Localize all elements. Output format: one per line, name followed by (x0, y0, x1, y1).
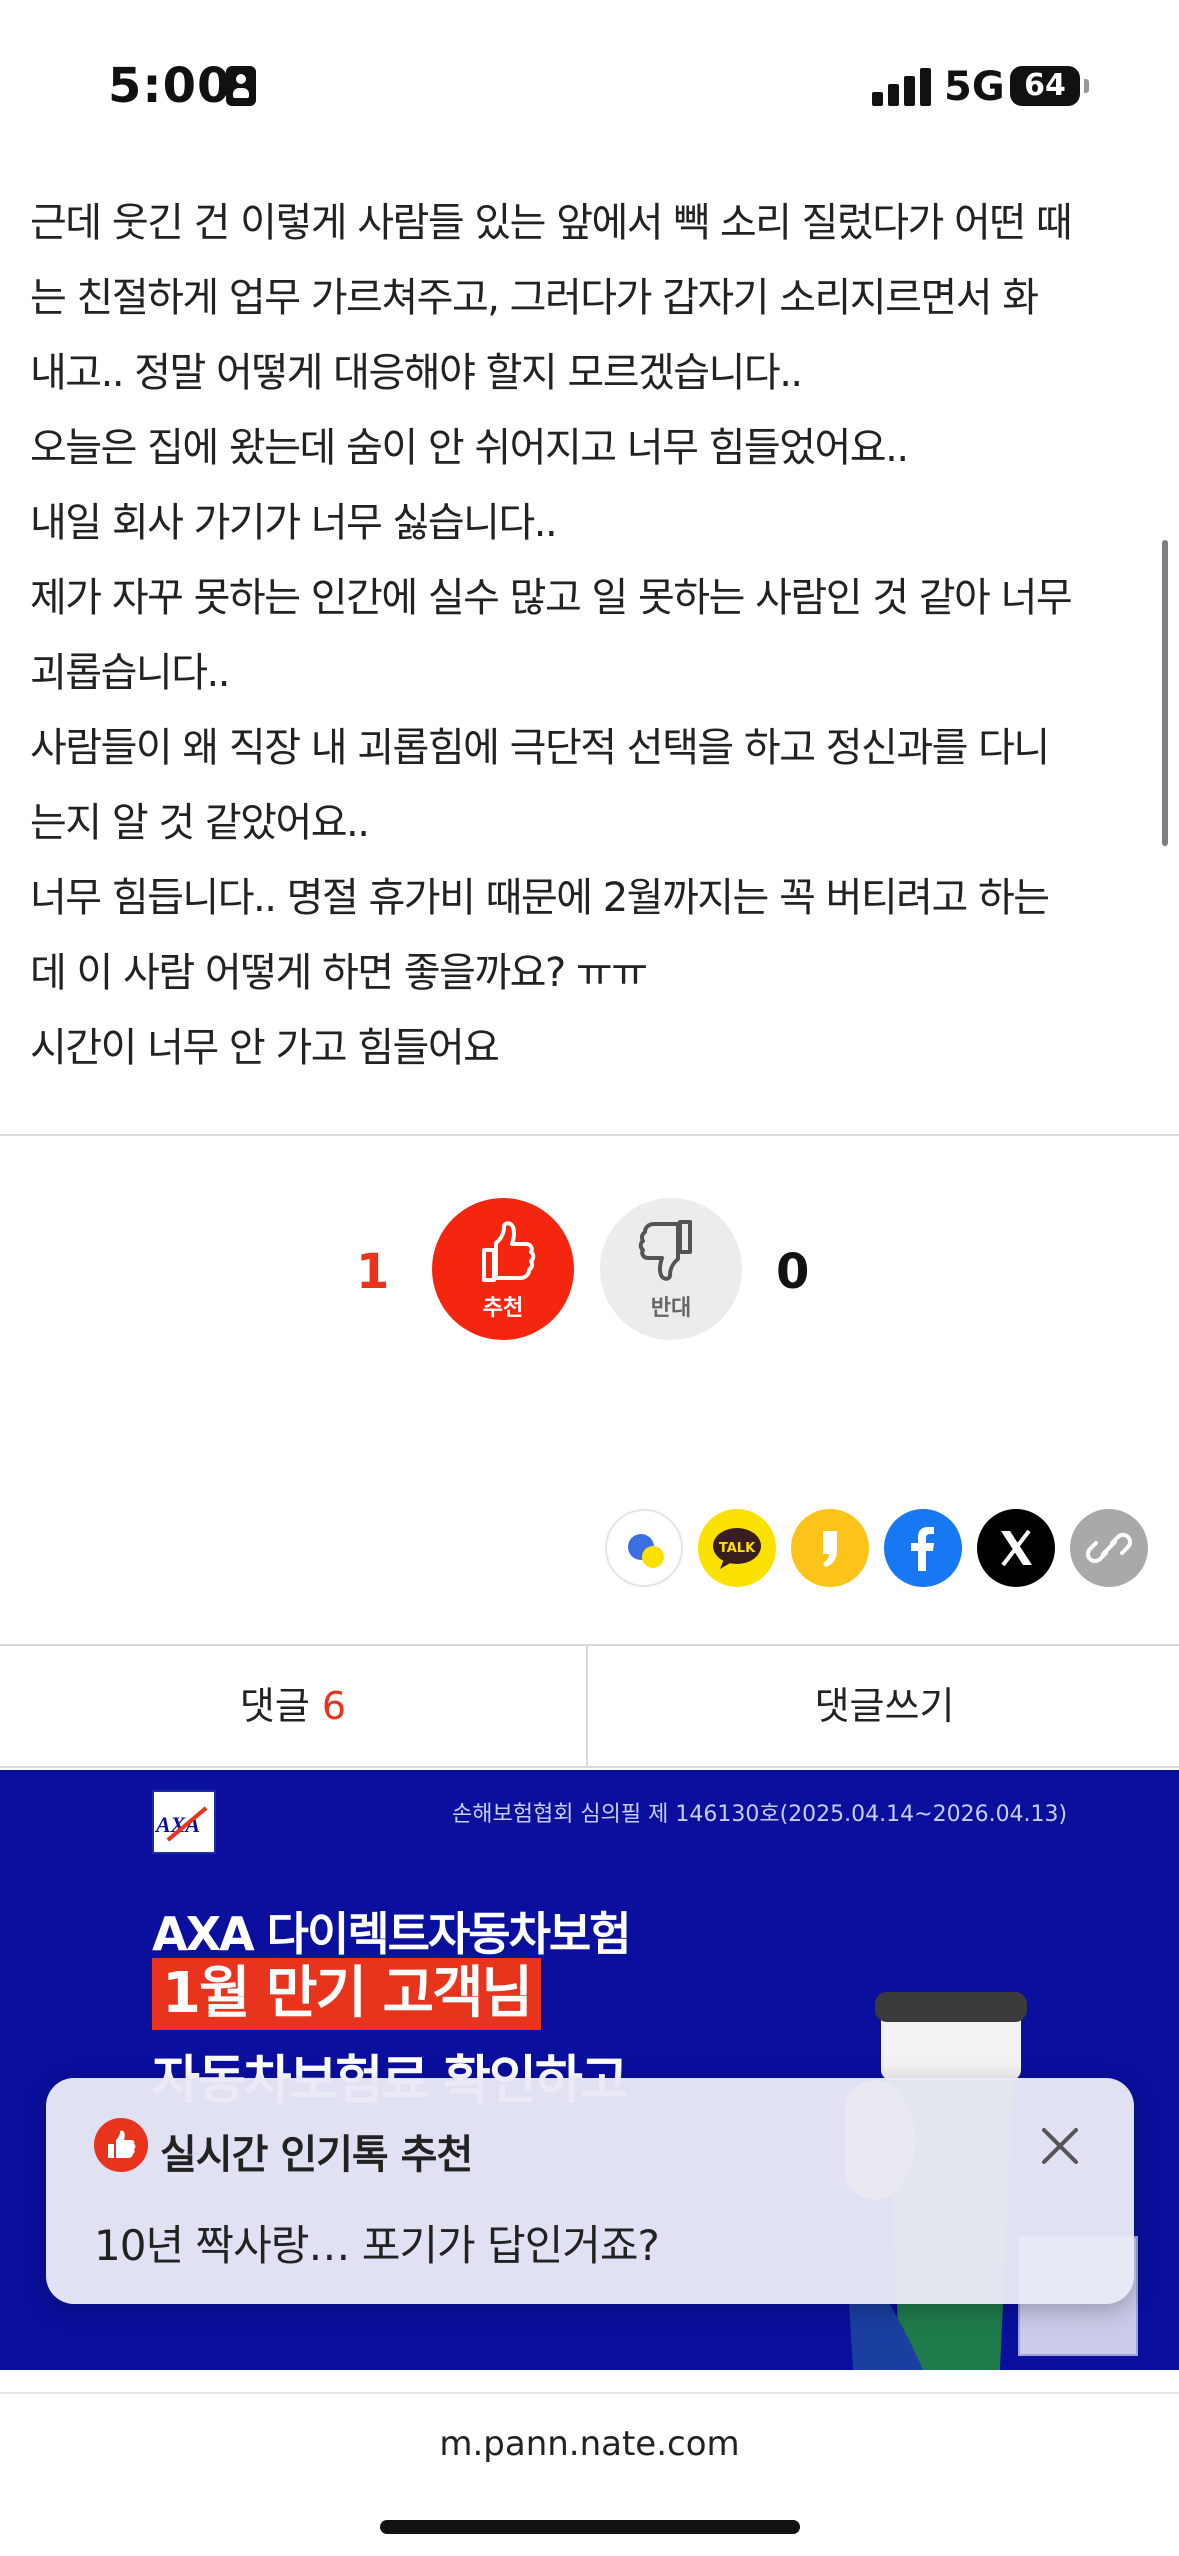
tab-comments[interactable]: 댓글 6 (0, 1646, 588, 1766)
x-share-button[interactable] (977, 1509, 1055, 1587)
comment-count: 6 (321, 1684, 347, 1728)
article-paragraph: 내일 회사 가기가 너무 싫습니다.. (30, 500, 558, 546)
copy-link-button[interactable] (1070, 1509, 1148, 1587)
article-paragraph: 너무 힘듭니다.. 명절 휴가비 때문에 2월까지는 꼭 버티려고 하는 데 이… (30, 875, 1050, 996)
ad-highlight: 1월 만기 고객님 (152, 1958, 542, 2030)
cellular-signal-icon (872, 66, 932, 106)
contact-card-icon (226, 66, 256, 106)
battery-tip (1084, 79, 1089, 93)
ad-headline: AXA 다이렉트자동차보험 (152, 1907, 632, 1961)
status-time: 5:00 (108, 58, 232, 114)
facebook-icon (911, 1527, 934, 1571)
kakaotalk-share-button[interactable]: TALK (698, 1509, 776, 1587)
article-paragraph: 제가 자꾸 못하는 인간에 실수 많고 일 못하는 사람인 것 같아 너무 괴롭… (30, 575, 1073, 696)
home-indicator[interactable] (380, 2520, 800, 2534)
oppose-count: 0 (776, 1244, 810, 1300)
recommend-button[interactable]: 추천 (432, 1198, 574, 1340)
article-paragraph: 시간이 너무 안 가고 힘들어요 (30, 1025, 500, 1071)
thumbs-up-badge-icon (94, 2118, 148, 2172)
kakao-channel-share-button[interactable] (791, 1509, 869, 1587)
page-scrollbar[interactable] (1162, 540, 1168, 846)
article-paragraph: 오늘은 집에 왔는데 숨이 안 쉬어지고 너무 힘들었어요.. (30, 425, 909, 471)
recommend-count: 1 (356, 1244, 390, 1300)
kakao-channel-icon (823, 1531, 837, 1567)
toast-link[interactable]: 10년 짝사랑… 포기가 답인거죠? (94, 2212, 660, 2273)
kakaostory-icon (628, 1534, 664, 1568)
article-paragraph: 근데 웃긴 건 이렇게 사람들 있는 앞에서 빽 소리 질렀다가 어떤 때 는 … (30, 200, 1073, 396)
status-bar: 5:00 5G 64 (0, 0, 1179, 170)
ad-certification: 손해보험협회 심의필 제 146130호(2025.04.14~2026.04.… (452, 1802, 1068, 1827)
battery-icon: 64 (1010, 66, 1080, 106)
link-icon (1085, 1532, 1133, 1564)
axa-logo: AXA (152, 1790, 216, 1854)
recommend-label: 추천 (482, 1296, 524, 1321)
article-paragraph: 사람들이 왜 직장 내 괴롭힘에 극단적 선택을 하고 정신과를 다니 는지 알… (30, 725, 1050, 846)
facebook-share-button[interactable] (884, 1509, 962, 1587)
kakaotalk-icon: TALK (713, 1528, 761, 1569)
thumbs-down-icon (638, 1220, 692, 1281)
browser-url-bar[interactable]: m.pann.nate.com (0, 2392, 1179, 2556)
oppose-button[interactable]: 반대 (600, 1198, 742, 1340)
tab-write-comment[interactable]: 댓글쓰기 (590, 1646, 1179, 1766)
network-type: 5G (944, 64, 1005, 110)
toast-title: 실시간 인기톡 추천 (160, 2132, 473, 2178)
article-body: 근데 웃긴 건 이렇게 사람들 있는 앞에서 빽 소리 질렀다가 어떤 때 는 … (30, 186, 1160, 1086)
thumbs-up-icon (482, 1221, 536, 1282)
x-icon (1001, 1529, 1032, 1567)
oppose-label: 반대 (650, 1296, 692, 1321)
url-text[interactable]: m.pann.nate.com (0, 2424, 1179, 2464)
svg-text:TALK: TALK (719, 1541, 756, 1556)
kakaostory-share-button[interactable] (605, 1509, 683, 1587)
popular-talk-toast[interactable]: 실시간 인기톡 추천 10년 짝사랑… 포기가 답인거죠? (46, 2078, 1134, 2304)
close-icon[interactable] (1030, 2116, 1090, 2176)
tab-comments-label: 댓글 (239, 1684, 310, 1728)
section-divider (0, 1134, 1179, 1136)
comment-tabs: 댓글 6 댓글쓰기 (0, 1644, 1179, 1768)
